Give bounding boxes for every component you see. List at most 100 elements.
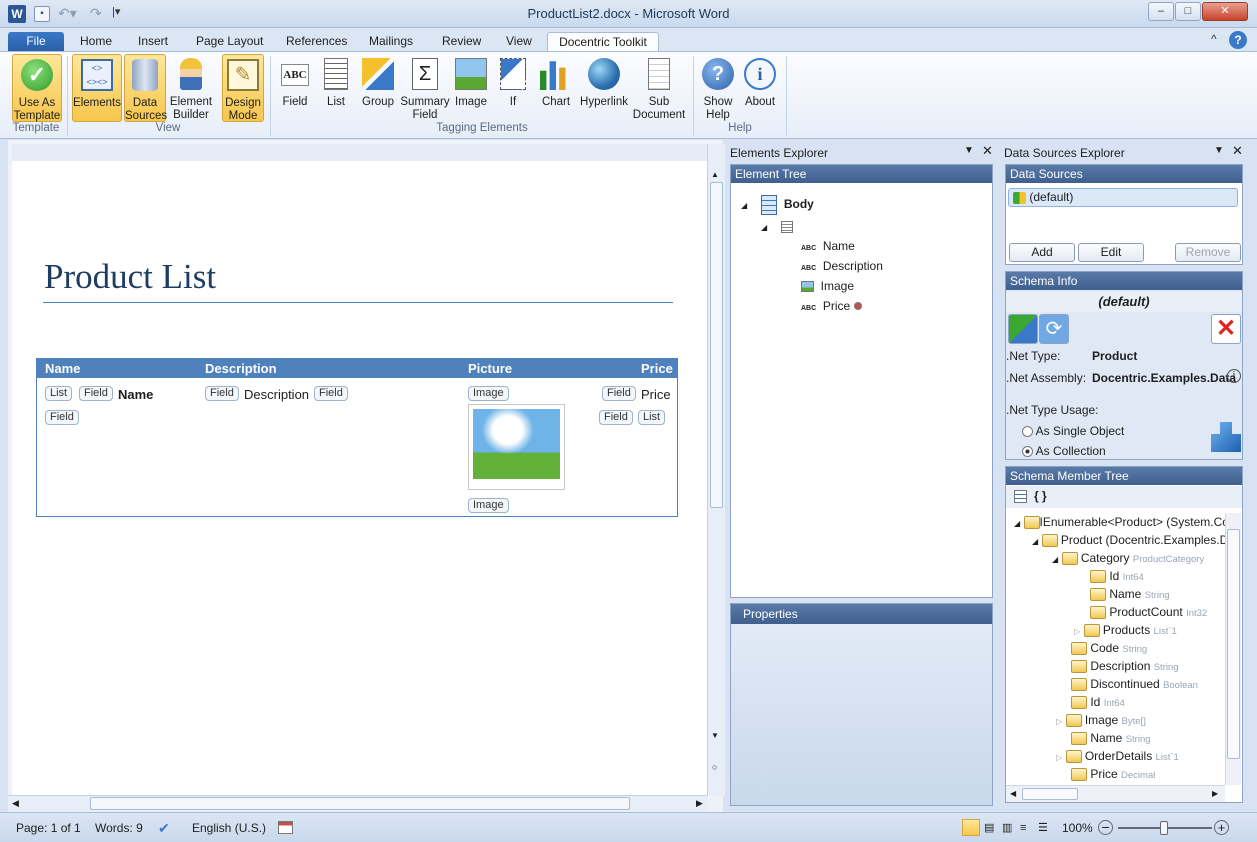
tab-mailings[interactable]: Mailings: [359, 32, 423, 52]
field-tag-end[interactable]: Field: [314, 386, 348, 401]
member-tree-vscroll-thumb[interactable]: [1227, 529, 1240, 759]
braces-button[interactable]: { }: [1034, 489, 1047, 503]
member-row[interactable]: Discontinued Boolean: [1071, 677, 1198, 692]
proofing-icon[interactable]: ✔: [158, 819, 170, 837]
field-tag-end[interactable]: Field: [599, 410, 633, 425]
horizontal-scroll-thumb[interactable]: [90, 797, 630, 810]
member-tree-hscroll-thumb[interactable]: [1022, 788, 1078, 800]
member-row[interactable]: ProductCount Int32: [1090, 605, 1207, 620]
delete-schema-icon[interactable]: ✕: [1211, 314, 1241, 344]
member-row[interactable]: Name String: [1071, 731, 1151, 746]
list-tag-start[interactable]: List: [45, 386, 73, 401]
field-button[interactable]: ABC Field: [276, 54, 314, 122]
member-row[interactable]: Code String: [1071, 641, 1147, 656]
tab-page-layout[interactable]: Page Layout: [186, 32, 273, 52]
placeholder-image[interactable]: [468, 404, 565, 490]
close-button[interactable]: ✕: [1202, 2, 1248, 21]
chart-button[interactable]: Chart: [536, 54, 576, 122]
print-layout-view-icon[interactable]: [962, 819, 980, 836]
panel-close-icon[interactable]: ✕: [1232, 143, 1243, 159]
scroll-right-icon[interactable]: ▶: [1212, 789, 1218, 798]
vertical-scrollbar[interactable]: ▲ ▼ ○: [707, 144, 725, 796]
tree-node-body[interactable]: ◢ Body: [741, 195, 814, 215]
remove-button[interactable]: Remove: [1175, 243, 1241, 262]
image-button[interactable]: Image: [452, 54, 490, 122]
full-screen-reading-icon[interactable]: ▤: [984, 819, 994, 837]
design-mode-button[interactable]: ✎ Design Mode: [222, 54, 264, 122]
scroll-thumb[interactable]: [710, 182, 723, 508]
image-tag-end[interactable]: Image: [468, 498, 509, 513]
if-button[interactable]: If: [494, 54, 532, 122]
list-button[interactable]: List: [318, 54, 354, 122]
tab-file[interactable]: File: [8, 32, 64, 52]
summary-field-button[interactable]: Σ Summary Field: [400, 54, 450, 122]
tab-home[interactable]: Home: [70, 32, 122, 52]
member-row[interactable]: ◢ Product (Docentric.Examples.D: [1032, 533, 1226, 548]
member-row[interactable]: Id Int64: [1090, 569, 1144, 584]
tree-node-description[interactable]: ABC Description: [801, 259, 883, 273]
member-row[interactable]: ◢ IEnumerable<Product> (System.Co: [1014, 515, 1226, 530]
expand-icon[interactable]: ◢: [761, 223, 767, 232]
image-tag-start[interactable]: Image: [468, 386, 509, 401]
scroll-up-icon[interactable]: ▲: [711, 170, 719, 179]
as-single-object-radio[interactable]: As Single Object: [1022, 424, 1124, 438]
as-collection-radio[interactable]: As Collection: [1022, 444, 1106, 458]
macro-record-icon[interactable]: [278, 821, 293, 834]
refresh-icon[interactable]: ⟳: [1039, 314, 1069, 344]
data-source-item[interactable]: (default): [1008, 188, 1238, 207]
show-help-button[interactable]: ? Show Help: [698, 54, 738, 122]
hyperlink-button[interactable]: Hyperlink: [578, 54, 630, 122]
minimize-button[interactable]: –: [1148, 2, 1174, 21]
tab-references[interactable]: References: [276, 32, 357, 52]
tab-insert[interactable]: Insert: [128, 32, 178, 52]
web-layout-icon[interactable]: ▥: [1002, 819, 1012, 837]
member-row[interactable]: ▷ OrderDetails List`1: [1056, 749, 1179, 764]
assembly-info-icon[interactable]: i: [1227, 369, 1241, 383]
member-row[interactable]: Price Decimal: [1071, 767, 1155, 782]
outline-view-icon[interactable]: ≡: [1020, 819, 1026, 837]
page-count[interactable]: Page: 1 of 1: [16, 819, 81, 837]
add-button[interactable]: Add: [1009, 243, 1075, 262]
maximize-button[interactable]: □: [1175, 2, 1201, 21]
member-row[interactable]: Name String: [1090, 587, 1170, 602]
language[interactable]: English (U.S.): [192, 819, 266, 837]
word-count[interactable]: Words: 9: [95, 819, 143, 837]
zoom-out-icon[interactable]: −: [1098, 820, 1113, 835]
collapse-ribbon-icon[interactable]: ^: [1211, 32, 1217, 46]
horizontal-scrollbar[interactable]: ◀ ▶: [8, 795, 708, 812]
zoom-in-icon[interactable]: +: [1214, 820, 1229, 835]
scroll-left-icon[interactable]: ◀: [12, 798, 19, 809]
tree-node-name[interactable]: ABC Name: [801, 239, 855, 253]
data-sources-button[interactable]: Data Sources: [124, 54, 167, 122]
field-tag-start[interactable]: Field: [79, 386, 113, 401]
zoom-slider-thumb[interactable]: [1160, 821, 1168, 835]
document-page[interactable]: Product List Name Description Picture Pr…: [12, 161, 707, 795]
member-tree-vscroll[interactable]: [1225, 513, 1241, 785]
member-row[interactable]: Description String: [1071, 659, 1179, 674]
expand-icon[interactable]: ◢: [741, 201, 747, 210]
tree-view-icon[interactable]: [1014, 490, 1027, 503]
use-as-template-button[interactable]: ✓ Use As Template: [12, 54, 62, 122]
tree-node-image[interactable]: Image: [801, 279, 854, 293]
member-row[interactable]: ▷ Image Byte[]: [1056, 713, 1146, 728]
panel-dropdown-icon[interactable]: ▼: [1214, 145, 1224, 156]
tree-node-price[interactable]: ABC Price: [801, 299, 862, 313]
tab-review[interactable]: Review: [432, 32, 491, 52]
panel-dropdown-icon[interactable]: ▼: [964, 145, 974, 156]
member-row[interactable]: ◢ Category ProductCategory: [1052, 551, 1204, 566]
tab-docentric-toolkit[interactable]: Docentric Toolkit: [547, 32, 659, 52]
scroll-down-icon[interactable]: ▼: [711, 731, 719, 740]
member-row[interactable]: Id Int64: [1071, 695, 1125, 710]
about-button[interactable]: i About: [740, 54, 780, 122]
add-schema-icon[interactable]: [1008, 314, 1038, 344]
member-tree-hscroll[interactable]: ◀ ▶: [1006, 785, 1225, 802]
edit-button[interactable]: Edit: [1078, 243, 1144, 262]
scroll-left-icon[interactable]: ◀: [1010, 789, 1016, 798]
draft-view-icon[interactable]: ☰: [1038, 819, 1048, 837]
field-tag-start[interactable]: Field: [602, 386, 636, 401]
field-tag-start[interactable]: Field: [205, 386, 239, 401]
list-tag-end[interactable]: List: [638, 410, 666, 425]
group-button[interactable]: Group: [358, 54, 398, 122]
help-icon[interactable]: ?: [1229, 31, 1247, 49]
zoom-level[interactable]: 100%: [1062, 819, 1093, 837]
